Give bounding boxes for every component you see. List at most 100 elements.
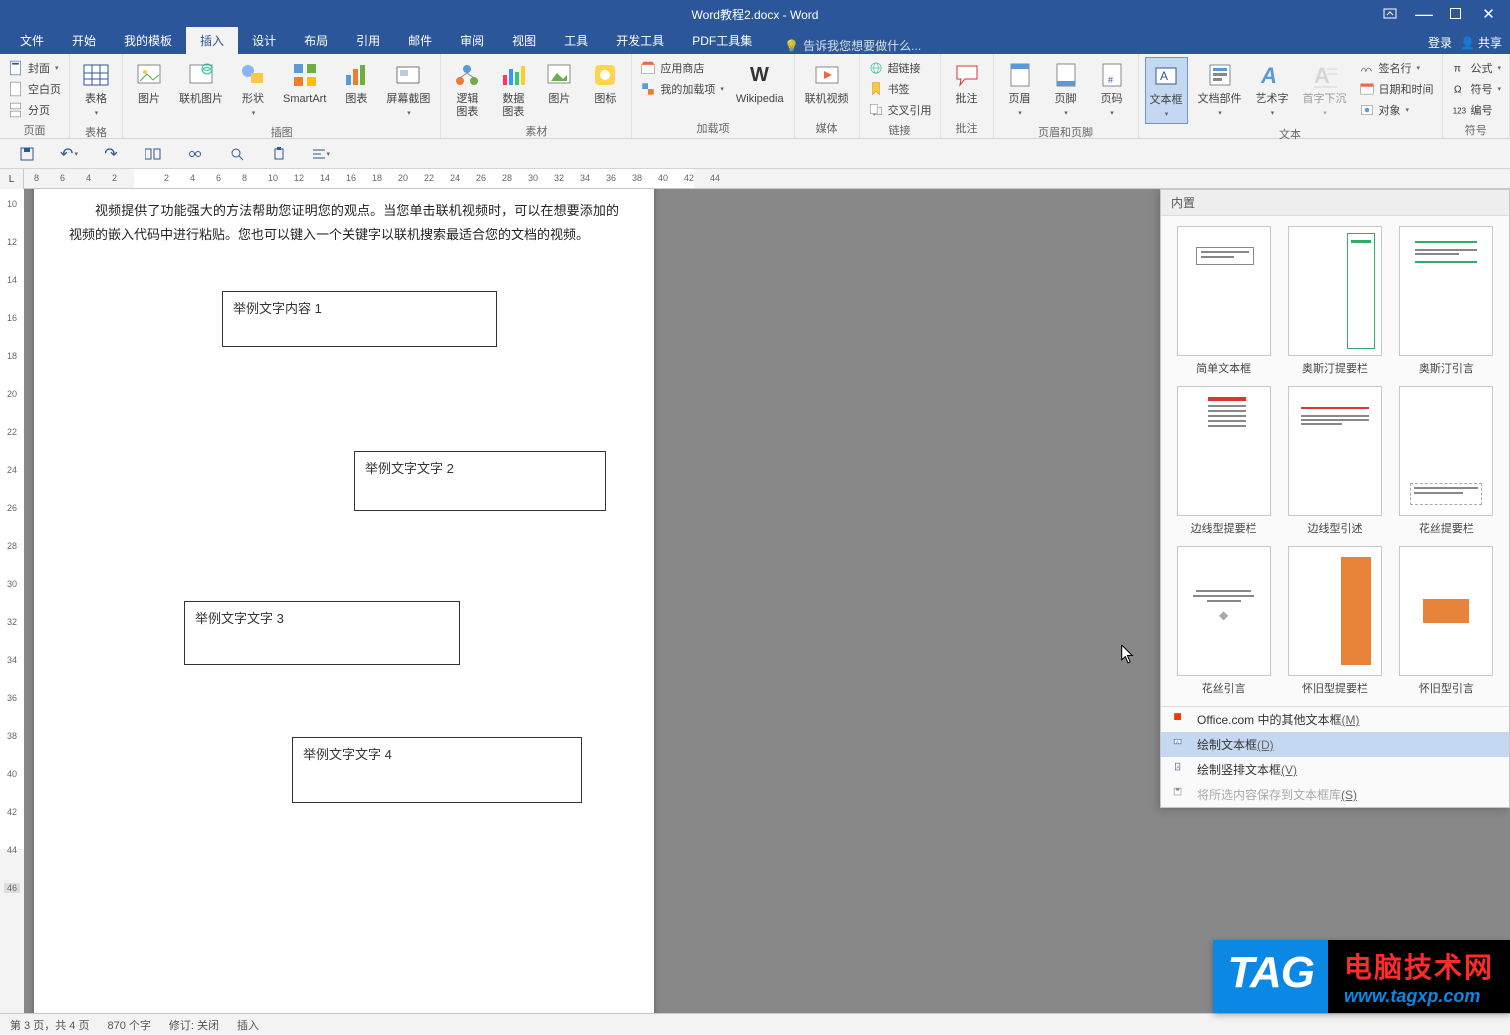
ribbon-btn-页码[interactable]: #页码 ▾	[1092, 57, 1132, 122]
tab-布局[interactable]: 布局	[290, 27, 342, 54]
ribbon-btn-SmartArt[interactable]: SmartArt	[279, 57, 330, 108]
ribbon-btn-艺术字[interactable]: A艺术字 ▾	[1252, 57, 1293, 122]
menu-more-textboxes-office[interactable]: Office.com 中的其他文本框(M)	[1161, 707, 1509, 732]
tab-插入[interactable]: 插入	[186, 27, 238, 54]
tab-开发工具[interactable]: 开发工具	[602, 27, 678, 54]
textbox-1[interactable]: 举例文字内容 1	[222, 291, 497, 347]
ribbon-btn-形状[interactable]: 形状 ▾	[233, 57, 273, 122]
ribbon-btn-联机视频[interactable]: 联机视频	[801, 57, 853, 108]
textbox-4[interactable]: 举例文字文字 4	[292, 737, 582, 803]
ribbon-btn-分页[interactable]: 分页	[6, 99, 63, 120]
redo-icon[interactable]: ↷	[102, 145, 120, 163]
ribbon-btn-图片[interactable]: 图片	[129, 57, 169, 108]
ribbon-btn-表格[interactable]: 表格 ▾	[76, 57, 116, 122]
ribbon-btn-屏幕截图[interactable]: 屏幕截图 ▾	[382, 57, 434, 122]
gallery-item-filigree-quote[interactable]: ◆花丝引言	[1173, 546, 1274, 696]
tab-我的模板[interactable]: 我的模板	[110, 27, 186, 54]
minimize-button[interactable]: —	[1415, 9, 1430, 19]
ribbon-btn-图表[interactable]: 图表	[336, 57, 376, 108]
gallery-item-austin-quote[interactable]: 奥斯汀引言	[1396, 226, 1497, 376]
ribbon-group-页面: 封面▾空白页分页页面	[0, 54, 70, 138]
ribbon-btn-首字下沉[interactable]: A首字下沉 ▾	[1299, 57, 1351, 122]
status-track[interactable]: 修订: 关闭	[169, 1017, 219, 1033]
tab-PDF工具集[interactable]: PDF工具集	[678, 27, 766, 54]
status-page[interactable]: 第 3 页，共 4 页	[10, 1017, 89, 1033]
svg-text:W: W	[750, 64, 769, 86]
qat-paste-icon[interactable]	[270, 145, 288, 163]
group-label: 表格	[76, 122, 116, 140]
status-words[interactable]: 870 个字	[107, 1017, 150, 1033]
ribbon-btn-封面[interactable]: 封面▾	[6, 57, 63, 78]
menu-draw-vertical-textbox[interactable]: A绘制竖排文本框(V)	[1161, 757, 1509, 782]
ribbon-btn-批注[interactable]: 批注	[947, 57, 987, 108]
menu-draw-textbox[interactable]: A绘制文本框(D)	[1161, 732, 1509, 757]
tab-设计[interactable]: 设计	[238, 27, 290, 54]
tab-邮件[interactable]: 邮件	[394, 27, 446, 54]
qat-layout-icon[interactable]	[144, 145, 162, 163]
tab-工具[interactable]: 工具	[550, 27, 602, 54]
gallery-item-austin-sidebar[interactable]: 奥斯汀提要栏	[1284, 226, 1385, 376]
textbox-2[interactable]: 举例文字文字 2	[354, 451, 606, 511]
ribbon-btn-超链接[interactable]: 超链接	[866, 57, 934, 78]
qat-align-icon[interactable]: ▾	[312, 145, 330, 163]
ribbon-btn-图片[interactable]: 图片	[539, 57, 579, 108]
icon-icon	[589, 59, 621, 91]
ribbon-tabs: 文件开始我的模板插入设计布局引用邮件审阅视图工具开发工具PDF工具集 💡 告诉我…	[0, 28, 1510, 54]
share-icon: 👤	[1460, 36, 1475, 50]
svg-text:123: 123	[1452, 106, 1466, 115]
status-mode[interactable]: 插入	[237, 1017, 259, 1033]
vertical-ruler: 10121416182022242628303234363840424446	[0, 189, 24, 1013]
ribbon-btn-页脚[interactable]: 页脚 ▾	[1046, 57, 1086, 122]
ribbon-btn-签名行[interactable]: 签名行▾	[1357, 57, 1436, 78]
ribbon-btn-图标[interactable]: 图标	[585, 57, 625, 108]
ribbon-btn-页眉[interactable]: 页眉 ▾	[1000, 57, 1040, 122]
ribbon-btn-公式[interactable]: π公式▾	[1449, 57, 1504, 78]
group-label: 文本	[1145, 124, 1436, 142]
tab-开始[interactable]: 开始	[58, 27, 110, 54]
ribbon-btn-Wikipedia[interactable]: WWikipedia	[732, 57, 788, 108]
close-button[interactable]: ✕	[1481, 5, 1496, 23]
ribbon-btn-空白页[interactable]: 空白页	[6, 78, 63, 99]
ribbon-btn-符号[interactable]: Ω符号▾	[1449, 78, 1504, 99]
tell-me-search[interactable]: 💡 告诉我您想要做什么...	[784, 37, 921, 54]
gallery-item-retro-sidebar[interactable]: 怀旧型提要栏	[1284, 546, 1385, 696]
save-icon[interactable]	[18, 145, 36, 163]
ribbon: 封面▾空白页分页页面表格 ▾表格图片联机图片形状 ▾SmartArt图表屏幕截图…	[0, 54, 1510, 139]
bookmark-icon	[868, 81, 884, 97]
ribbon-btn-数据图表[interactable]: 数据 图表	[493, 57, 533, 121]
ribbon-btn-联机图片[interactable]: 联机图片	[175, 57, 227, 108]
ribbon-btn-对象[interactable]: 对象▾	[1357, 99, 1436, 120]
document-canvas[interactable]: 视频提供了功能强大的方法帮助您证明您的观点。当您单击联机视频时，可以在想要添加的…	[24, 189, 1510, 1013]
undo-icon[interactable]: ↶▾	[60, 145, 78, 163]
login-link[interactable]: 登录	[1428, 34, 1452, 51]
share-button[interactable]: 👤 共享	[1460, 34, 1502, 51]
gallery-item-edge-quote[interactable]: 边线型引述	[1284, 386, 1385, 536]
textbox-3[interactable]: 举例文字文字 3	[184, 601, 460, 665]
ribbon-btn-应用商店[interactable]: 应用商店	[638, 57, 726, 78]
ribbon-btn-我的加载项[interactable]: 我的加载项▾	[638, 78, 726, 99]
tab-文件[interactable]: 文件	[6, 27, 58, 54]
group-label: 批注	[947, 118, 987, 136]
ribbon-btn-交叉引用[interactable]: 交叉引用	[866, 99, 934, 120]
maximize-button[interactable]	[1448, 6, 1463, 22]
ribbon-btn-逻辑图表[interactable]: 逻辑 图表	[447, 57, 487, 121]
ruler-corner[interactable]: L	[0, 169, 24, 189]
ribbon-btn-书签[interactable]: 书签	[866, 78, 934, 99]
gallery-item-retro-quote[interactable]: 怀旧型引言	[1396, 546, 1497, 696]
ribbon-display-options-icon[interactable]	[1382, 6, 1397, 22]
gallery-item-filigree-sidebar[interactable]: 花丝提要栏	[1396, 386, 1497, 536]
gallery-item-edge-sidebar[interactable]: 边线型提要栏	[1173, 386, 1274, 536]
tab-引用[interactable]: 引用	[342, 27, 394, 54]
ribbon-btn-文本框[interactable]: A文本框 ▾	[1145, 57, 1188, 124]
tab-视图[interactable]: 视图	[498, 27, 550, 54]
document-title: Word教程2.docx - Word	[692, 6, 819, 23]
qat-touch-icon[interactable]	[186, 145, 204, 163]
textbox-icon: A	[1150, 60, 1182, 92]
gallery-item-simple[interactable]: 简单文本框	[1173, 226, 1274, 376]
ribbon-btn-文档部件[interactable]: 文档部件 ▾	[1194, 57, 1246, 122]
qat-print-preview-icon[interactable]	[228, 145, 246, 163]
tab-审阅[interactable]: 审阅	[446, 27, 498, 54]
smartart-icon	[289, 59, 321, 91]
ribbon-btn-编号[interactable]: 123编号	[1449, 99, 1504, 120]
ribbon-btn-日期和时间[interactable]: 日期和时间	[1357, 78, 1436, 99]
